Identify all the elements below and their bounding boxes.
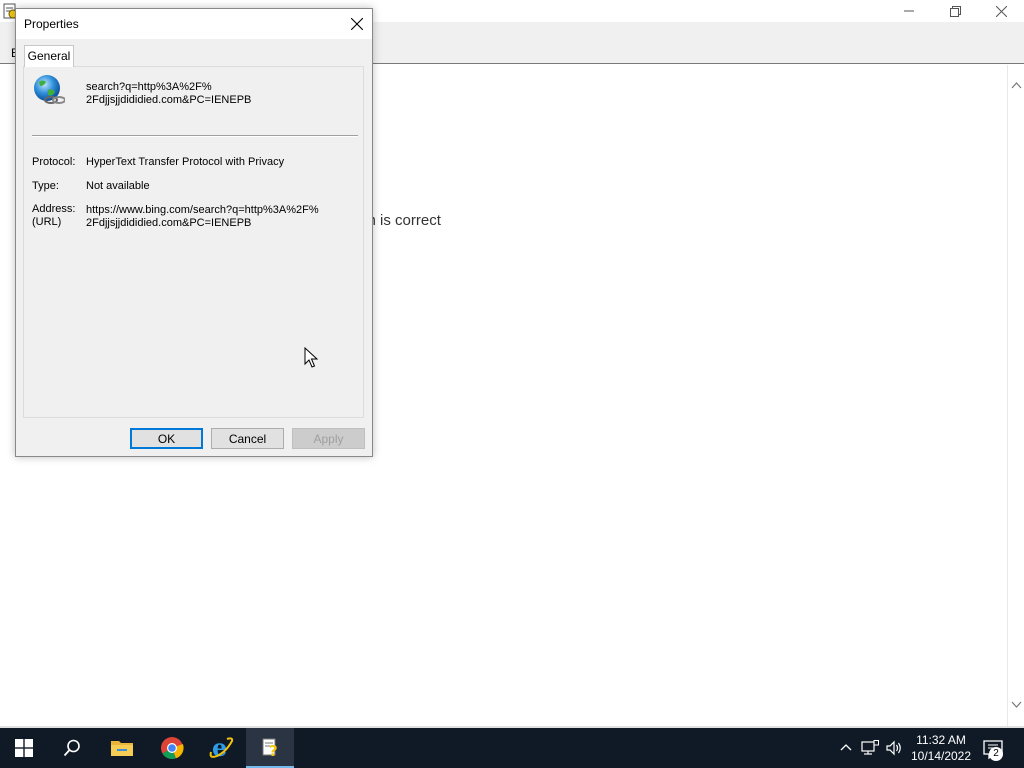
address-label: Address: (URL) [32,203,75,229]
protocol-label: Protocol: [32,156,76,168]
minimize-button[interactable] [886,0,932,22]
windows-start-icon [15,739,33,757]
taskbar-search-button[interactable] [48,728,96,768]
taskbar-file-explorer[interactable] [98,728,146,768]
close-icon [351,18,363,30]
volume-icon[interactable] [885,740,903,756]
dialog-titlebar[interactable]: Properties [16,9,372,39]
internet-explorer-icon: e [209,735,234,761]
chrome-icon [161,737,184,760]
properties-dialog: Properties General search?q=http%3A%2F% … [15,8,373,457]
internet-shortcut-icon [34,75,65,104]
notification-count-badge: 2 [989,747,1003,761]
address-label-line: (URL) [32,216,62,228]
network-icon[interactable] [861,740,879,756]
desktop-screen: E page ://djjsjjdididied.com is correct … [0,0,1024,768]
type-value: Not available [86,180,150,192]
clock-time: 11:32 AM [916,733,966,747]
mouse-cursor-icon [304,347,318,368]
minimize-icon [904,10,914,12]
properties-icon: ? [262,738,278,758]
address-label-line: Address: [32,203,76,215]
protocol-value: HyperText Transfer Protocol with Privacy [86,156,285,168]
taskbar-clock[interactable]: 11:32 AM 10/14/2022 [905,732,977,764]
type-label: Type: [32,180,59,192]
dialog-title: Properties [24,17,79,31]
address-value-line: 2Fdjjsjjdididied.com&PC=IENEPB [86,217,252,229]
vertical-scrollbar[interactable] [1007,65,1024,726]
taskbar: e ? 11:32 AM 10/14/2022 2 [0,728,1024,768]
taskbar-chrome[interactable] [148,728,196,768]
divider [32,135,358,137]
taskbar-properties[interactable]: ? [246,728,294,768]
shortcut-filename: search?q=http%3A%2F% 2Fdjjsjjdididied.co… [86,81,251,107]
filename-line: 2Fdjjsjjdididied.com&PC=IENEPB [86,94,252,106]
close-button[interactable] [978,0,1024,22]
ok-button[interactable]: OK [130,428,203,449]
show-hidden-icons-chevron-icon[interactable] [838,740,854,756]
close-icon [995,5,1007,17]
restore-button[interactable] [932,0,978,22]
start-button[interactable] [0,728,48,768]
file-explorer-icon [111,741,133,756]
svg-text:?: ? [269,742,278,758]
search-icon [63,739,80,757]
dialog-close-button[interactable] [342,9,372,39]
filename-line: search?q=http%3A%2F% [86,81,212,93]
tab-general[interactable]: General [24,45,74,67]
cancel-button[interactable]: Cancel [211,428,284,449]
restore-icon [949,5,961,17]
address-value-line: https://www.bing.com/search?q=http%3A%2F… [86,204,319,216]
apply-button: Apply [292,428,365,449]
scroll-down-icon[interactable] [1008,700,1024,712]
clock-date: 10/14/2022 [910,749,972,763]
address-value[interactable]: https://www.bing.com/search?q=http%3A%2F… [86,204,319,230]
scroll-up-icon[interactable] [1008,81,1024,93]
taskbar-internet-explorer[interactable]: e [197,728,245,768]
